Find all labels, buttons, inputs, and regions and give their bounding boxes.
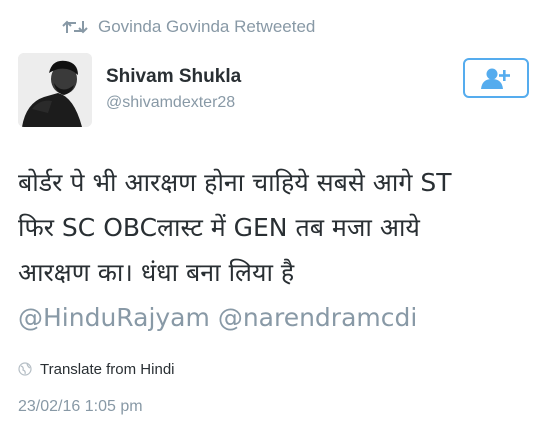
retweet-icon [62, 19, 88, 35]
tweet-line: फिर SC OBCलास्ट में GEN तब मजा आये [18, 213, 420, 242]
tweet-card: Govinda Govinda Retweeted Shivam Shukla … [0, 0, 552, 448]
tweet-line: बोर्डर पे भी आरक्षण होना चाहिये सबसे आगे… [18, 168, 452, 197]
tweet-mentions: @HinduRajyam @narendramcdi [18, 295, 538, 340]
mention-link[interactable]: @narendramcdi [218, 303, 418, 332]
add-user-icon [481, 67, 511, 89]
translate-link[interactable]: Translate from Hindi [18, 358, 175, 380]
retweet-context: Govinda Govinda Retweeted [62, 14, 315, 40]
tweet-text: बोर्डर पे भी आरक्षण होना चाहिये सबसे आगे… [18, 160, 538, 340]
user-handle[interactable]: @shivamdexter28 [106, 94, 235, 112]
timestamp[interactable]: 23/02/16 1:05 pm [18, 398, 143, 416]
globe-icon [18, 362, 40, 376]
mention-link[interactable]: @HinduRajyam [18, 303, 210, 332]
avatar[interactable] [18, 53, 92, 127]
follow-button[interactable] [463, 58, 529, 98]
display-name[interactable]: Shivam Shukla [106, 66, 241, 88]
tweet-line: आरक्षण का। धंधा बना लिया है [18, 258, 295, 287]
translate-label: Translate from Hindi [40, 360, 175, 378]
retweet-label[interactable]: Govinda Govinda Retweeted [98, 17, 315, 37]
